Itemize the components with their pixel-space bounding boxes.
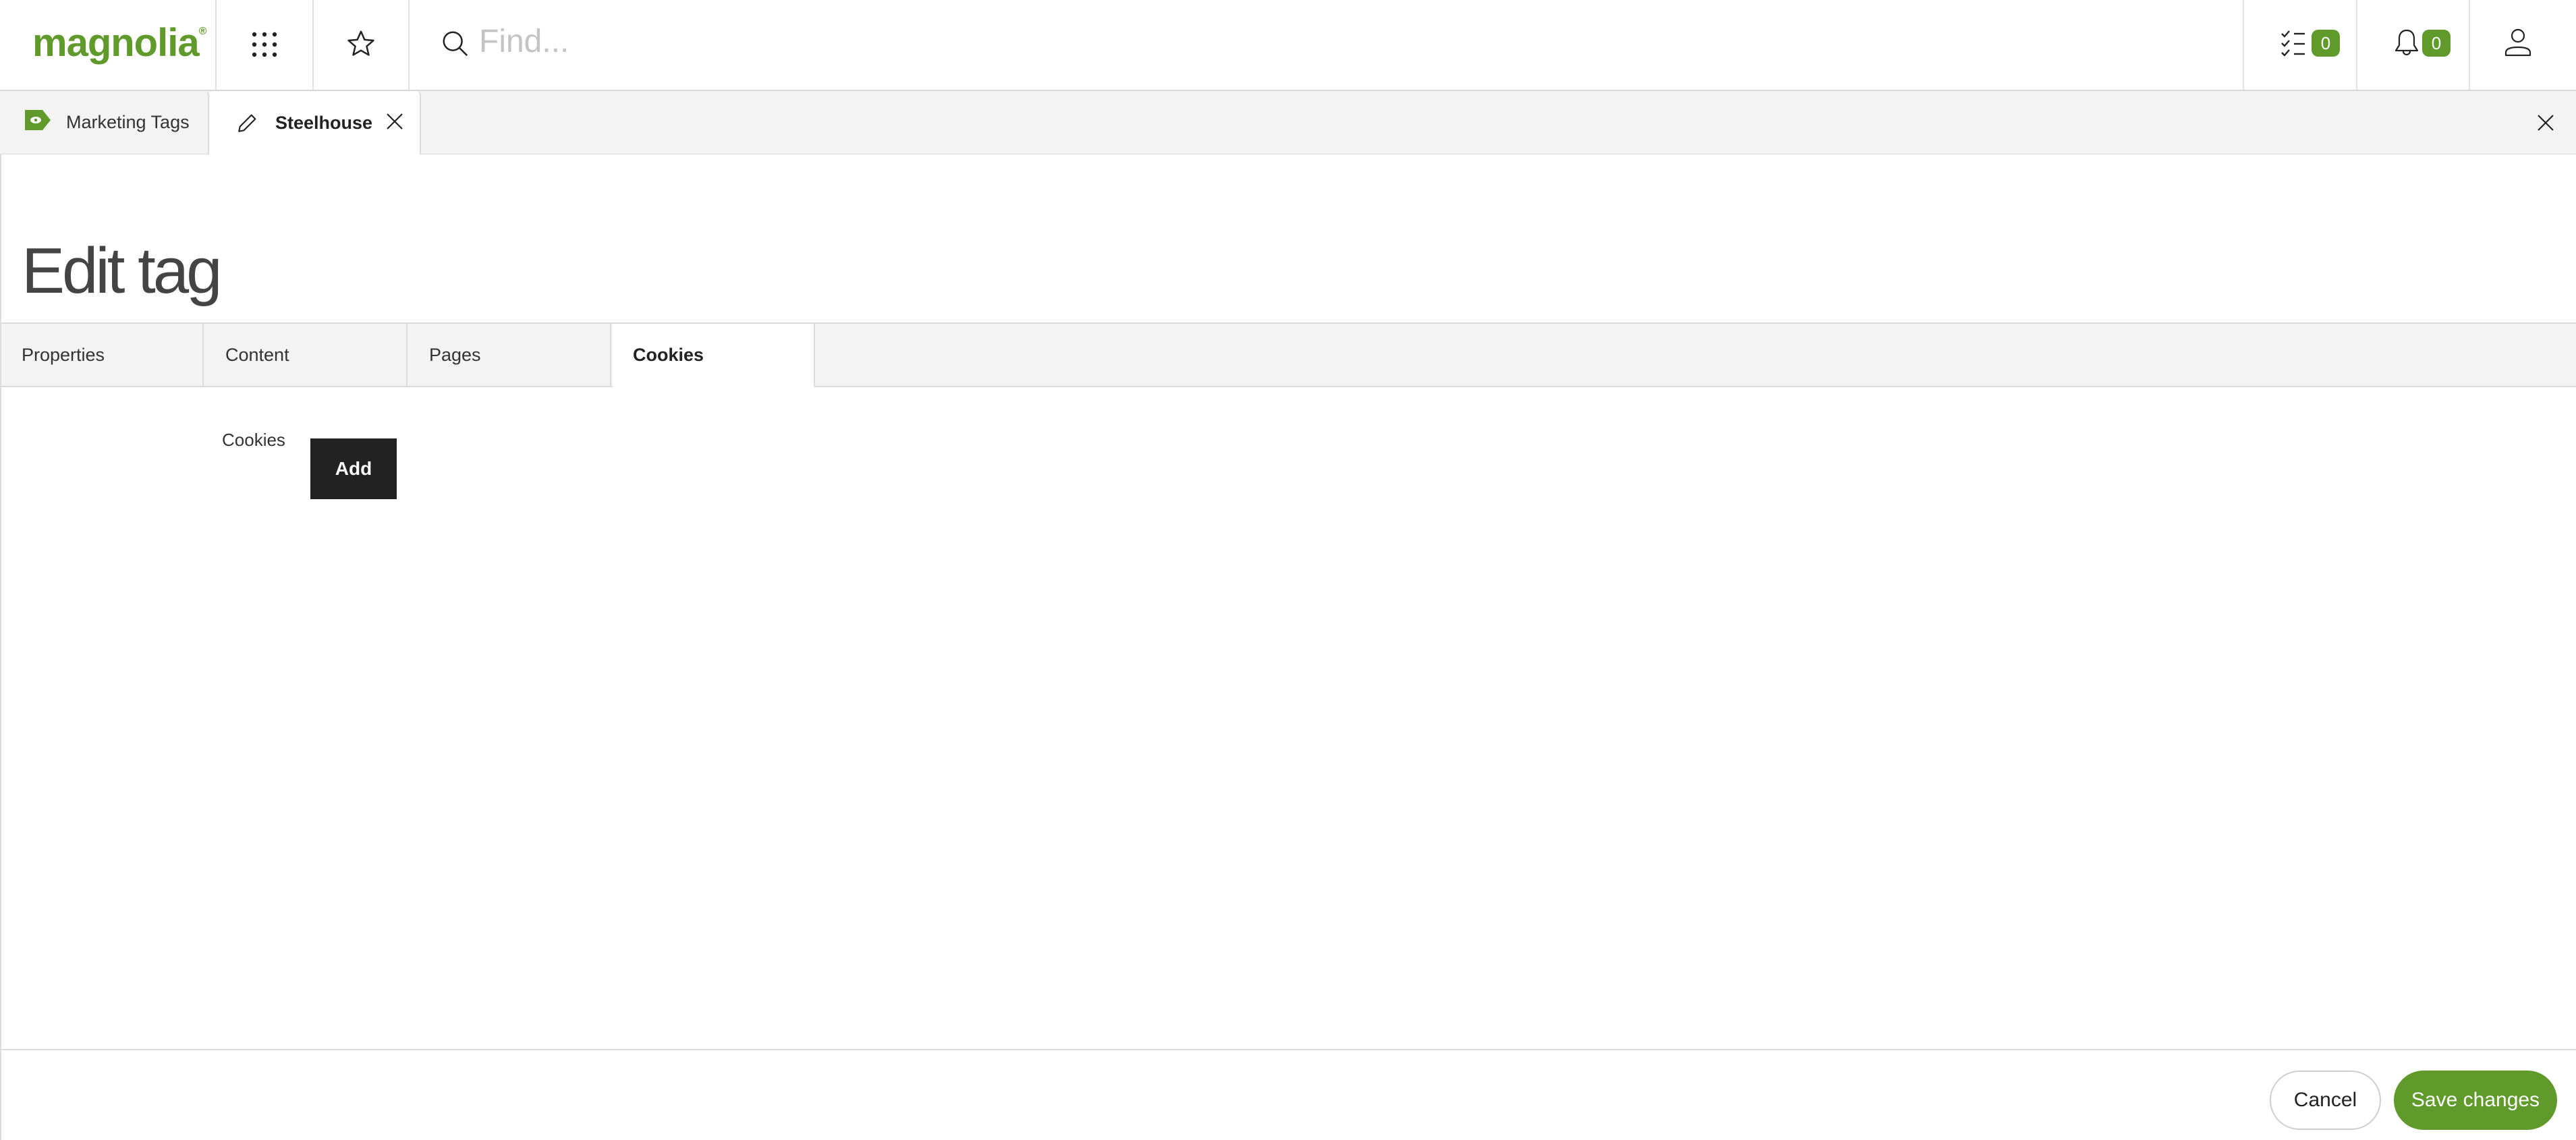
magnolia-logo[interactable]: magnolia® xyxy=(32,20,206,65)
page-title: Edit tag xyxy=(22,235,223,307)
search-field[interactable]: Find... xyxy=(410,0,2241,90)
tab-properties[interactable]: Properties xyxy=(1,324,204,386)
cookies-field-label: Cookies xyxy=(222,430,285,450)
tasks-button[interactable]: 0 xyxy=(2244,0,2356,90)
pencil-icon xyxy=(238,114,256,132)
app-tab-bar: Marketing Tags Steelhouse xyxy=(0,91,2576,155)
app-launcher-button[interactable] xyxy=(217,0,312,90)
app-tab-label: Marketing Tags xyxy=(66,112,190,132)
cancel-button[interactable]: Cancel xyxy=(2270,1071,2381,1130)
tab-content[interactable]: Content xyxy=(205,324,408,386)
user-icon xyxy=(2504,28,2531,57)
tab-cookies[interactable]: Cookies xyxy=(613,324,815,387)
tab-pages[interactable]: Pages xyxy=(409,324,611,386)
notifications-count-badge: 0 xyxy=(2422,30,2451,57)
app-tab-marketing-tags[interactable]: Marketing Tags xyxy=(0,91,209,154)
tasks-count-badge: 0 xyxy=(2312,30,2340,57)
app-launcher-icon xyxy=(252,32,277,57)
footer-divider xyxy=(1,1049,2576,1050)
favorites-button[interactable] xyxy=(314,0,408,90)
search-input[interactable]: Find... xyxy=(479,23,569,60)
favorites-star-icon xyxy=(347,30,374,56)
form-tabs: Properties Content Pages Cookies xyxy=(1,322,2576,387)
marketing-tags-icon xyxy=(25,110,51,130)
search-icon xyxy=(443,31,468,57)
logo-registered-mark: ® xyxy=(198,26,207,37)
notifications-button[interactable]: 0 xyxy=(2357,0,2469,90)
app-tab-steelhouse[interactable]: Steelhouse xyxy=(209,91,421,154)
top-bar: magnolia® Find... 0 0 xyxy=(0,0,2576,91)
notifications-bell-icon xyxy=(2395,29,2419,56)
app-tab-label: Steelhouse xyxy=(275,112,373,133)
close-tab-icon[interactable] xyxy=(386,113,403,130)
add-cookie-button[interactable]: Add xyxy=(310,438,397,499)
tasks-icon xyxy=(2281,30,2305,57)
edit-tag-dialog: Edit tag Properties Content Pages Cookie… xyxy=(0,154,2576,1140)
save-changes-button[interactable]: Save changes xyxy=(2394,1071,2557,1130)
user-menu-button[interactable] xyxy=(2470,0,2576,90)
logo-text: magnolia xyxy=(32,21,200,65)
close-app-icon[interactable] xyxy=(2537,114,2554,132)
